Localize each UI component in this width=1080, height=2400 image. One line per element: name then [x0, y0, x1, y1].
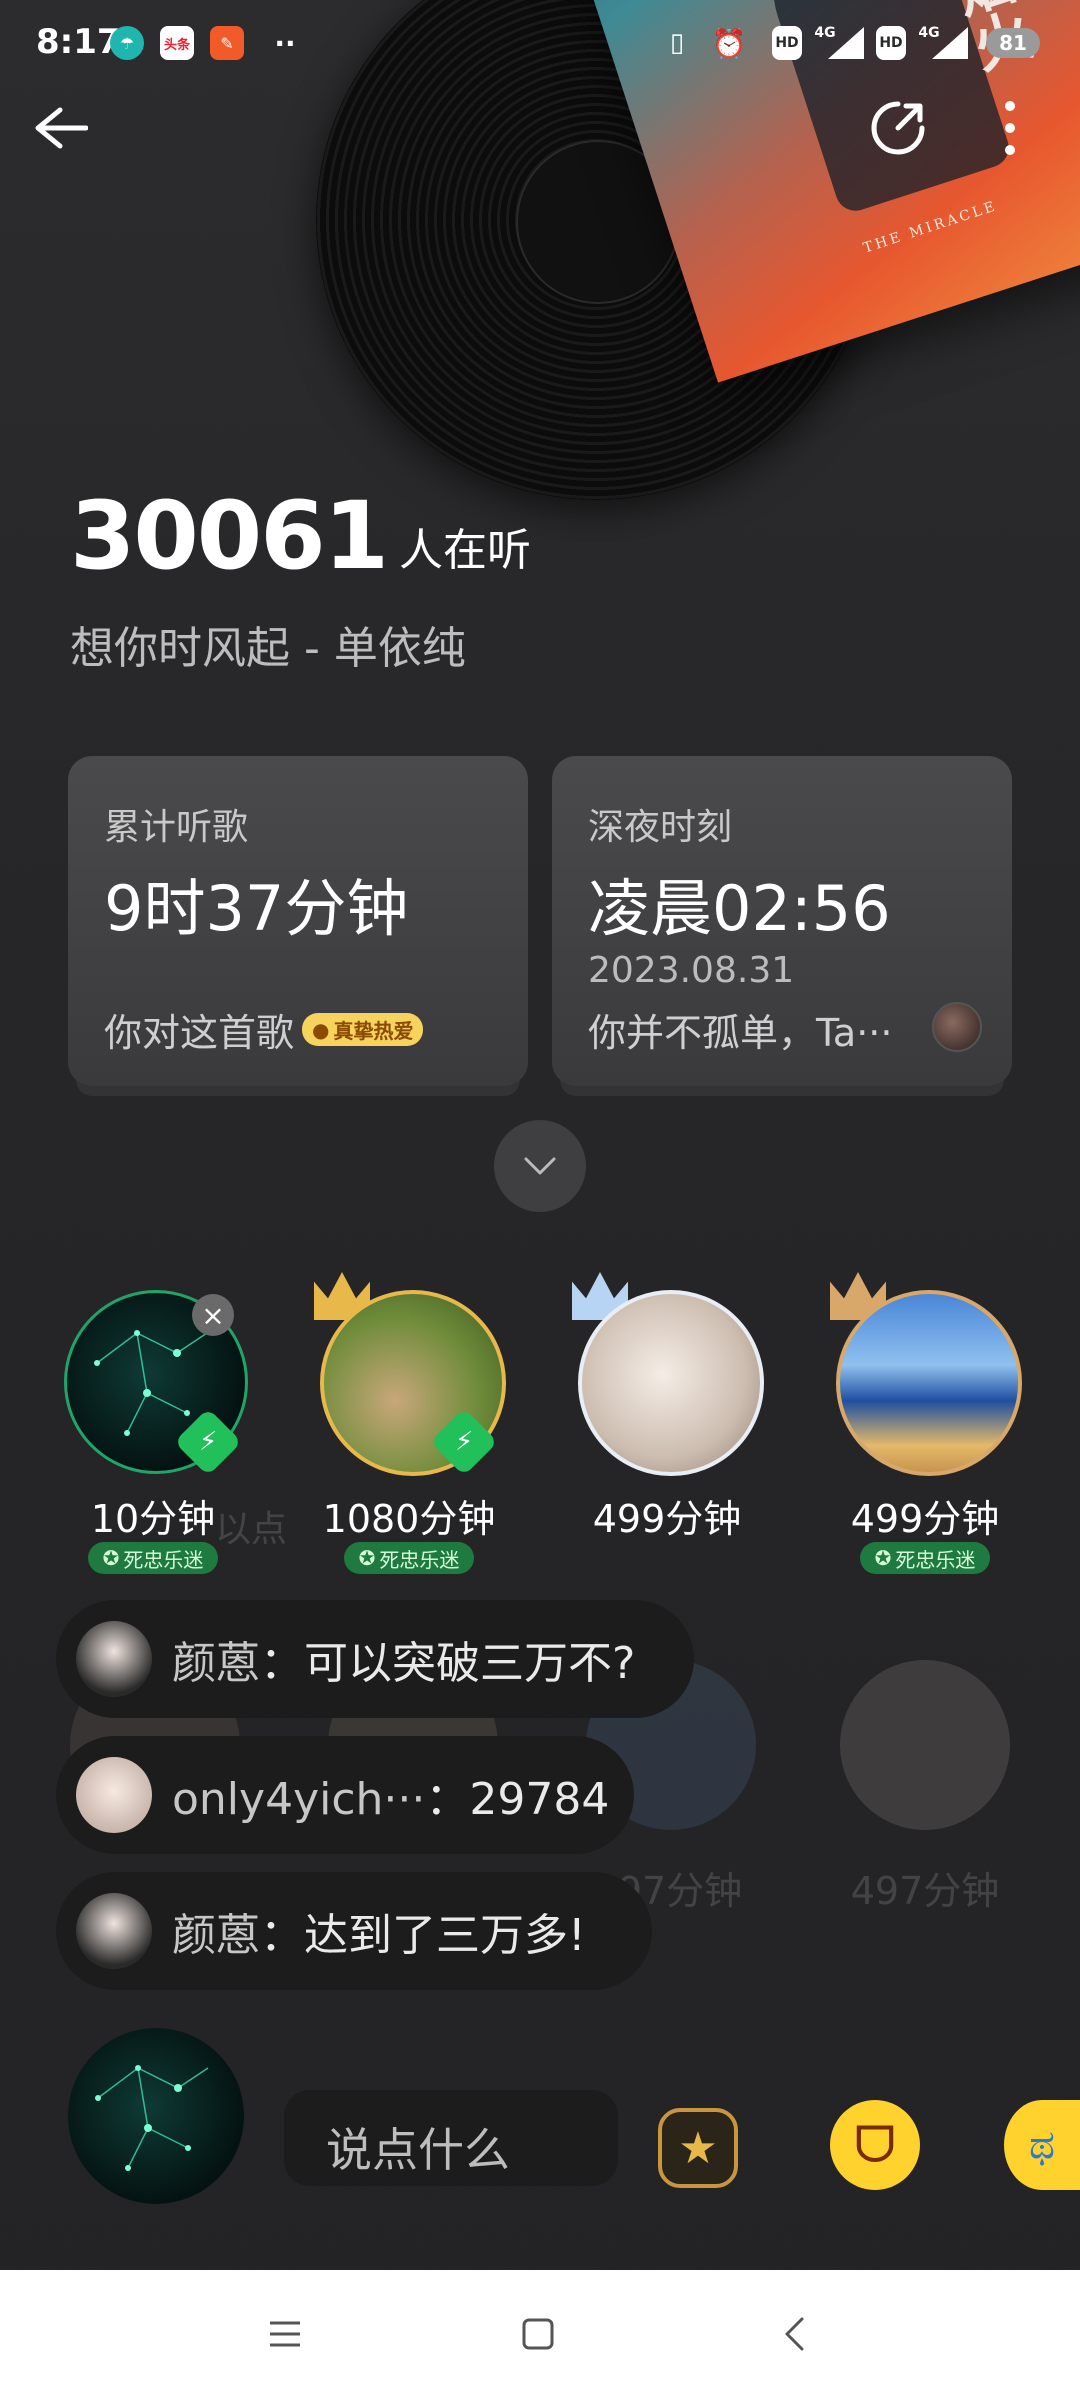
share-button[interactable] — [858, 88, 938, 168]
ghost-minutes-2: 497分钟 — [850, 1869, 1000, 1913]
cover-subtitle: THE MIRACLE — [861, 198, 1000, 257]
card-footer: 你对这首歌 ● 真挚热爱 — [104, 1002, 424, 1057]
star-icon: ★ — [678, 2122, 718, 2174]
chat-message-1: 颜蒽：可以突破三万不? — [56, 1600, 694, 1718]
flame-icon: ● — [312, 1017, 330, 1042]
rank-minutes: 1080分钟 — [322, 1497, 496, 1541]
rank-minutes: 10分钟 — [90, 1497, 216, 1541]
more-vertical-icon — [1005, 101, 1015, 155]
my-avatar[interactable] — [68, 2028, 244, 2204]
constellation-art — [95, 2065, 209, 2171]
shield-icon: ✪ — [358, 1546, 376, 1570]
status-bar: 8:17 ☂ 头条 ✎ ·· ▯ ⏰ HD 4G HD 4G 81 — [0, 0, 1080, 90]
system-nav-bar — [0, 2270, 1080, 2400]
avatar — [76, 1757, 152, 1833]
app-notification-icon: ☂ — [110, 26, 144, 60]
fan-tag: ✪ 死忠乐迷 — [860, 1542, 990, 1574]
hd-icon-2: HD — [876, 26, 906, 60]
card-value: 凌晨02:56 — [588, 872, 891, 945]
laughing-emoji-icon: ᗜ — [854, 2115, 896, 2174]
chat-username: 颜蒽 — [172, 1638, 260, 1689]
chat-text: ：29784 — [425, 1774, 610, 1825]
card-footer-text: 你对这首歌 — [104, 1011, 295, 1055]
comment-input[interactable]: 说点什么 — [284, 2090, 618, 2186]
signal-icon-1 — [826, 26, 866, 60]
crying-emoji-button[interactable]: ಥ — [1004, 2100, 1080, 2190]
expand-button[interactable] — [494, 1120, 586, 1212]
back-arrow-icon — [35, 107, 88, 149]
star-badge-button[interactable]: ★ — [658, 2108, 738, 2188]
home-nav-button[interactable] — [508, 2304, 568, 2364]
card-footer: 你并不孤单，Ta··· — [588, 1002, 892, 1057]
fan-tag-label: 死忠乐迷 — [379, 1547, 460, 1572]
fan-tag: ✪ 死忠乐迷 — [344, 1542, 474, 1574]
card-label: 累计听歌 — [104, 807, 249, 848]
chat-username: 颜蒽 — [172, 1910, 260, 1961]
chevron-down-icon — [524, 1157, 556, 1175]
listener-count: 30061 人在听 — [70, 490, 531, 584]
rank-minutes: 499分钟 — [592, 1497, 742, 1541]
battery-indicator: 81 — [986, 28, 1040, 58]
fan-tag: ✪ 死忠乐迷 — [88, 1542, 218, 1574]
avatar — [578, 1290, 764, 1476]
avatar — [76, 1893, 152, 1969]
card-value: 9时37分钟 — [104, 872, 409, 945]
card-date: 2023.08.31 — [588, 950, 795, 991]
home-square-icon — [522, 2318, 554, 2350]
shield-icon: ✪ — [874, 1546, 892, 1570]
card-footer-text: 你并不孤单，Ta··· — [588, 1011, 893, 1055]
song-title-artist: 想你时风起 - 单依纯 — [70, 623, 466, 674]
vibrate-icon: ▯ — [669, 28, 685, 58]
menu-icon — [270, 2321, 300, 2347]
signal-icon-2 — [930, 26, 970, 60]
news-app-icon: 头条 — [160, 26, 194, 60]
chat-username: only4yich··· — [172, 1774, 426, 1825]
comment-placeholder: 说点什么 — [326, 2123, 510, 2177]
shield-icon: ✪ — [102, 1546, 120, 1570]
listening-time-card[interactable]: 累计听歌 9时37分钟 你对这首歌 ● 真挚热爱 — [68, 756, 528, 1086]
chat-text: ：可以突破三万不? — [260, 1638, 636, 1689]
hd-icon-1: HD — [772, 26, 802, 60]
chevron-left-icon — [785, 2317, 804, 2351]
crying-emoji-icon: ಥ — [1029, 2122, 1055, 2168]
alarm-icon: ⏰ — [711, 26, 747, 60]
close-icon[interactable]: × — [192, 1294, 234, 1336]
share-icon — [871, 101, 925, 155]
avatar — [836, 1290, 1022, 1476]
app-notification-icon-2: ✎ — [210, 26, 244, 60]
ghost-avatar-4 — [840, 1660, 1010, 1830]
late-night-card[interactable]: 深夜时刻 凌晨02:56 2023.08.31 你并不孤单，Ta··· — [552, 756, 1012, 1086]
card-label: 深夜时刻 — [588, 807, 733, 848]
fan-tag-label: 死忠乐迷 — [895, 1547, 976, 1572]
back-nav-button[interactable] — [764, 2304, 824, 2364]
listener-unit: 人在听 — [399, 525, 532, 576]
love-badge-label: 真挚热爱 — [333, 1019, 414, 1043]
listener-number: 30061 — [70, 482, 389, 591]
chat-message-2: only4yich···：29784 — [56, 1736, 634, 1854]
more-options-button[interactable] — [980, 88, 1040, 168]
avatar[interactable] — [932, 1002, 982, 1052]
rank-minutes: 499分钟 — [850, 1497, 1000, 1541]
love-badge: ● 真挚热爱 — [302, 1013, 424, 1046]
avatar — [76, 1621, 152, 1697]
more-notifications-icon: ·· — [274, 26, 296, 60]
fan-tag-label: 死忠乐迷 — [123, 1547, 204, 1572]
status-time: 8:17 — [36, 22, 121, 62]
chat-text: ：达到了三万多! — [260, 1910, 586, 1961]
menu-nav-button[interactable] — [255, 2304, 315, 2364]
back-button[interactable] — [20, 88, 100, 168]
laughing-emoji-button[interactable]: ᗜ — [830, 2100, 920, 2190]
chat-message-3: 颜蒽：达到了三万多! — [56, 1872, 652, 1990]
